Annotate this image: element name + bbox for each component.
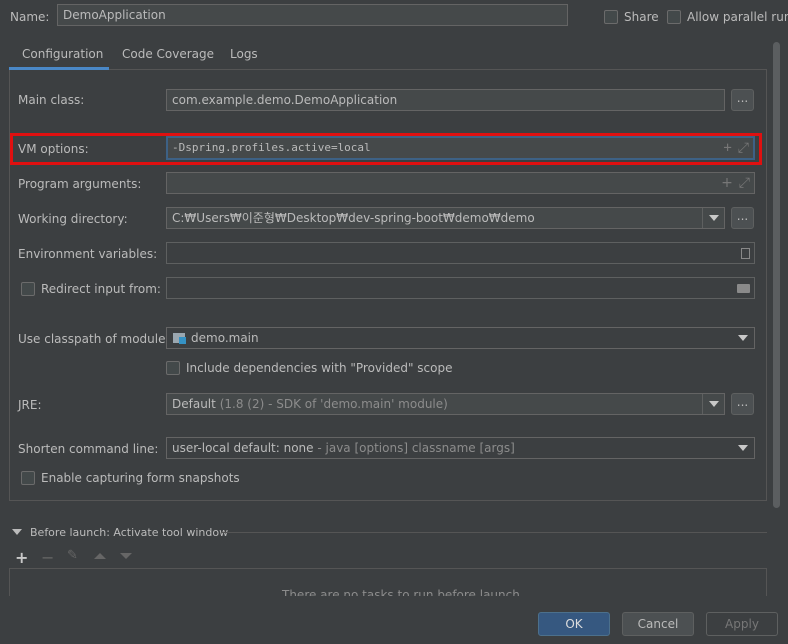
classpath-module-value: demo.main xyxy=(191,331,259,345)
tab-logs[interactable]: Logs xyxy=(230,47,258,61)
add-icon[interactable]: + xyxy=(721,173,733,193)
add-icon[interactable]: + xyxy=(723,138,731,158)
chevron-down-icon[interactable] xyxy=(732,328,754,348)
collapse-triangle-icon[interactable] xyxy=(12,529,22,535)
working-directory-value: C:₩Users₩이준형₩Desktop₩dev-spring-boot₩dem… xyxy=(172,211,535,225)
move-down-icon[interactable] xyxy=(120,553,132,559)
edit-task-icon[interactable]: ✎ xyxy=(67,548,78,563)
allow-parallel-run-checkbox[interactable] xyxy=(667,10,681,24)
before-launch-empty-text: There are no tasks to run before launch xyxy=(282,588,520,596)
cancel-button[interactable]: Cancel xyxy=(622,612,694,636)
tab-code-coverage[interactable]: Code Coverage xyxy=(122,47,214,61)
vm-options-input[interactable]: -Dspring.profiles.active=local + ⤢ xyxy=(166,136,755,160)
include-dependencies-checkbox[interactable] xyxy=(166,361,180,375)
jre-combo[interactable]: Default (1.8 (2) - SDK of 'demo.main' mo… xyxy=(166,393,725,415)
allow-parallel-run-label: Allow parallel run xyxy=(687,10,788,24)
jre-label: JRE: xyxy=(18,398,42,412)
vertical-scrollbar[interactable] xyxy=(773,42,780,508)
expand-icon[interactable]: ⤢ xyxy=(739,173,750,193)
redirect-input-field[interactable] xyxy=(166,277,755,299)
shorten-command-line-combo[interactable]: user-local default: none - java [options… xyxy=(166,437,755,459)
chevron-down-icon[interactable] xyxy=(702,208,724,228)
jre-value-detail: (1.8 (2) - SDK of 'demo.main' module) xyxy=(219,397,448,411)
program-arguments-input[interactable]: + ⤢ xyxy=(166,172,755,194)
vm-options-icons: + ⤢ xyxy=(723,138,749,158)
shorten-command-line-label: Shorten command line: xyxy=(18,442,159,456)
redirect-input-label: Redirect input from: xyxy=(41,282,161,296)
jre-browse-button[interactable]: ... xyxy=(731,393,754,415)
vm-options-value: -Dspring.profiles.active=local xyxy=(172,141,371,154)
redirect-input-checkbox[interactable] xyxy=(21,282,35,296)
module-icon xyxy=(173,332,187,344)
include-dependencies-label: Include dependencies with "Provided" sco… xyxy=(186,361,453,375)
chevron-down-icon[interactable] xyxy=(702,394,724,414)
tab-configuration[interactable]: Configuration xyxy=(22,47,103,61)
redirect-input-icons xyxy=(737,278,750,298)
ok-button[interactable]: OK xyxy=(538,612,610,636)
working-directory-label: Working directory: xyxy=(18,212,128,226)
before-launch-title: Before launch: Activate tool window xyxy=(30,526,229,539)
main-class-input[interactable]: com.example.demo.DemoApplication xyxy=(166,89,725,111)
program-arguments-icons: + ⤢ xyxy=(721,173,750,193)
classpath-module-label: Use classpath of module: xyxy=(18,332,170,346)
classpath-module-combo[interactable]: demo.main xyxy=(166,327,755,349)
environment-variables-input[interactable] xyxy=(166,242,755,264)
shorten-command-line-value: user-local default: none xyxy=(172,441,314,455)
capture-snapshots-label: Enable capturing form snapshots xyxy=(41,471,240,485)
folder-icon[interactable] xyxy=(737,283,750,293)
add-task-icon[interactable]: + xyxy=(15,548,28,567)
program-arguments-label: Program arguments: xyxy=(18,177,142,191)
environment-variables-label: Environment variables: xyxy=(18,247,158,261)
remove-task-icon[interactable]: − xyxy=(41,548,54,567)
apply-button[interactable]: Apply xyxy=(706,612,778,636)
before-launch-task-list[interactable]: There are no tasks to run before launch xyxy=(9,568,767,596)
before-launch-divider xyxy=(221,532,767,533)
name-input[interactable]: DemoApplication xyxy=(57,4,568,26)
main-class-label: Main class: xyxy=(18,93,85,107)
capture-snapshots-checkbox[interactable] xyxy=(21,471,35,485)
share-label: Share xyxy=(624,10,659,24)
working-directory-combo[interactable]: C:₩Users₩이준형₩Desktop₩dev-spring-boot₩dem… xyxy=(166,207,725,229)
working-directory-browse-button[interactable]: ... xyxy=(731,207,754,229)
jre-value: Default xyxy=(172,397,216,411)
shorten-command-line-detail: - java [options] classname [args] xyxy=(317,441,515,455)
document-icon[interactable] xyxy=(741,247,750,259)
environment-variables-icons xyxy=(741,243,750,263)
main-class-browse-button[interactable]: ... xyxy=(731,89,754,111)
share-checkbox[interactable] xyxy=(604,10,618,24)
vm-options-label: VM options: xyxy=(18,142,89,156)
chevron-down-icon[interactable] xyxy=(732,438,754,458)
name-label: Name: xyxy=(10,10,50,24)
expand-icon[interactable]: ⤢ xyxy=(738,138,749,158)
move-up-icon[interactable] xyxy=(94,553,106,559)
